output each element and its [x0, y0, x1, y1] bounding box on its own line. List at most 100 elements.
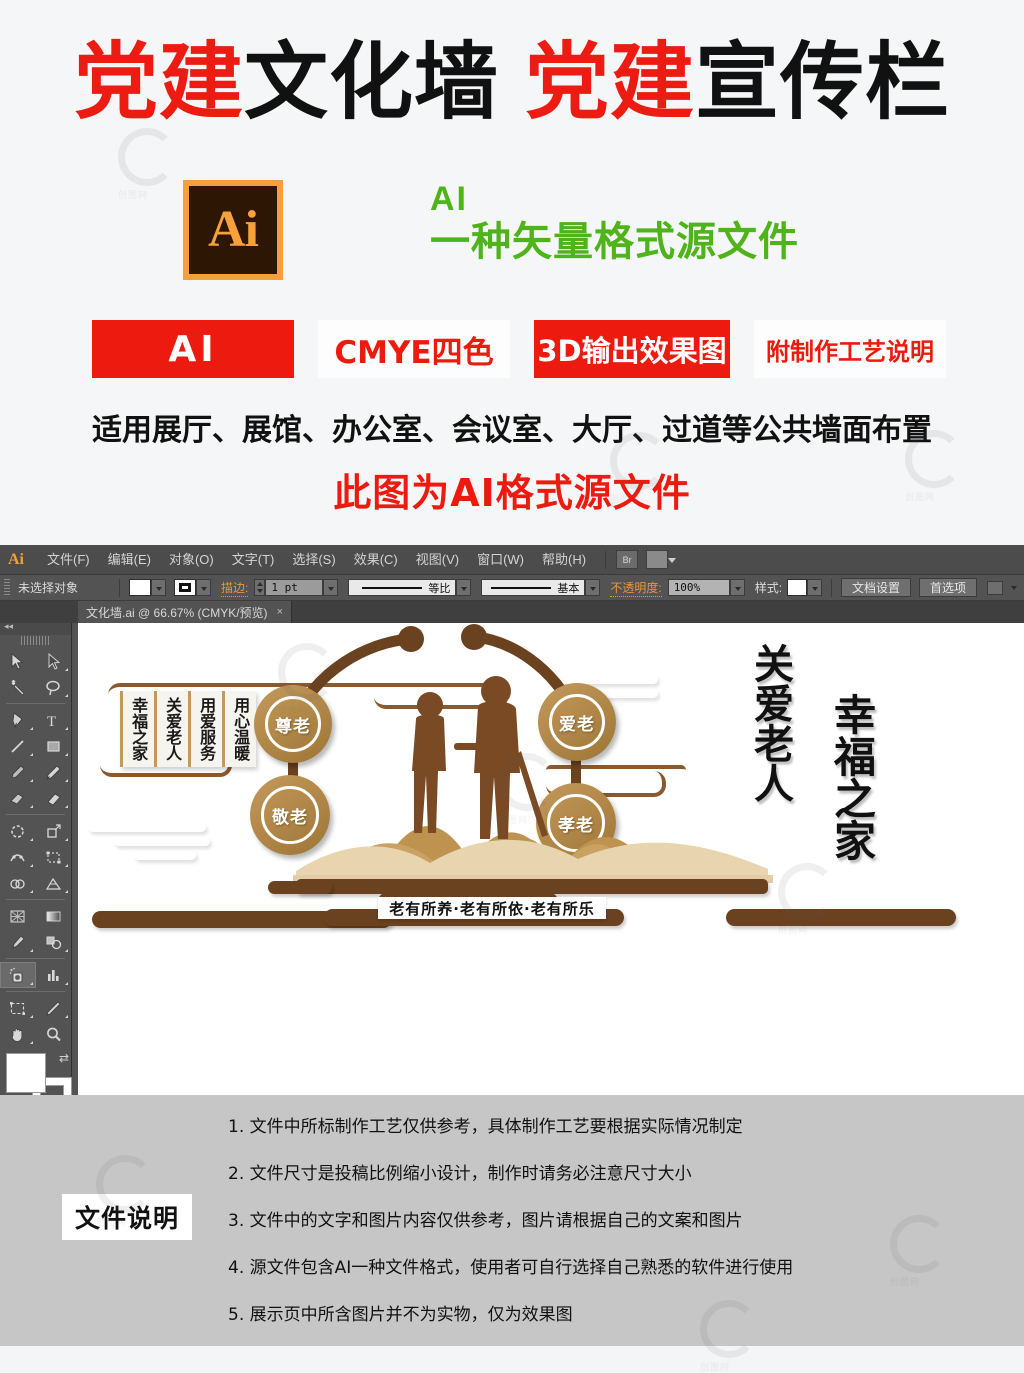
illustrator-window: Ai 文件(F) 编辑(E) 对象(O) 文字(T) 选择(S) 效果(C) 视…: [0, 545, 1024, 1176]
rectangle-tool-icon[interactable]: [36, 733, 72, 759]
fill-indicator-box[interactable]: [6, 1053, 46, 1093]
control-bar-overflow-icon[interactable]: [1007, 579, 1019, 596]
stroke-dropdown-icon[interactable]: [196, 579, 211, 596]
file-description-section: 文件说明 1. 文件中所标制作工艺仅供参考，具体制作工艺要根据实际情况制定 2.…: [0, 1095, 1024, 1372]
opacity-dropdown-icon[interactable]: [729, 579, 745, 596]
document-tab[interactable]: 文化墙.ai @ 66.67% (CMYK/预览) ×: [78, 601, 292, 623]
stroke-color-swatch[interactable]: [174, 579, 196, 596]
brush-definition-select[interactable]: 基本: [481, 579, 586, 596]
menu-divider: [605, 550, 607, 569]
profile-dropdown-icon[interactable]: [456, 579, 472, 596]
slice-tool-icon[interactable]: [36, 995, 72, 1021]
brush-preview-icon: [491, 586, 552, 589]
title-part-2: 文化墙: [243, 33, 499, 131]
bridge-icon[interactable]: Br: [616, 550, 639, 569]
menu-window[interactable]: 窗口(W): [468, 545, 533, 575]
title-part-4: 宣传栏: [695, 33, 951, 131]
perspective-grid-tool-icon[interactable]: [36, 870, 72, 896]
menu-select[interactable]: 选择(S): [283, 545, 344, 575]
note-item: 5. 展示页中所含图片并不为实物，仅为效果图: [228, 1305, 573, 1325]
gradient-tool-icon[interactable]: [36, 903, 72, 929]
tool-group-draw: T: [0, 707, 71, 811]
fill-color-swatch[interactable]: [129, 579, 151, 596]
tool-group-artboard: [0, 995, 71, 1047]
menu-bar: Ai 文件(F) 编辑(E) 对象(O) 文字(T) 选择(S) 效果(C) 视…: [0, 545, 1024, 575]
title-part-3: 党建: [525, 33, 696, 131]
eraser-tool-icon[interactable]: [36, 785, 72, 811]
document-setup-button[interactable]: 文档设置: [841, 578, 912, 597]
control-bar: 未选择对象 描边: 1 pt 等比 基本 不透明度: 100% 样式: 文档设置…: [0, 575, 1024, 601]
align-panel-icon[interactable]: [987, 580, 1004, 595]
feature-badge-ai: AI: [92, 320, 294, 378]
vector-note-description: 一种矢量格式源文件: [430, 219, 799, 265]
watermark: 创图网: [118, 128, 176, 201]
profile-preview-icon: [362, 586, 423, 589]
preferences-button[interactable]: 首选项: [919, 578, 978, 597]
close-icon[interactable]: ×: [277, 606, 283, 618]
menu-object[interactable]: 对象(O): [160, 545, 223, 575]
shape-builder-tool-icon[interactable]: [0, 870, 36, 896]
blend-tool-icon[interactable]: [36, 929, 72, 955]
base-bar-main: [296, 879, 768, 894]
zoom-tool-icon[interactable]: [36, 1021, 72, 1047]
scale-tool-icon[interactable]: [36, 818, 72, 844]
symbol-sprayer-tool-icon[interactable]: [0, 962, 36, 988]
note-item: 4. 源文件包含AI一种文件格式，使用者可自行选择自己熟悉的软件进行使用: [228, 1258, 794, 1278]
menu-type[interactable]: 文字(T): [223, 545, 284, 575]
arrange-documents-icon[interactable]: [646, 550, 677, 569]
base-bar-left-nub: [268, 881, 332, 894]
menu-help[interactable]: 帮助(H): [533, 545, 595, 575]
tools-panel-collapse-icon[interactable]: [0, 621, 71, 635]
eyedropper-tool-icon[interactable]: [0, 929, 36, 955]
opacity-input[interactable]: 100%: [667, 579, 730, 596]
hand-tool-icon[interactable]: [0, 1021, 36, 1047]
feature-badge-3d-output: 3D输出效果图: [534, 320, 730, 378]
type-tool-icon[interactable]: T: [36, 707, 72, 733]
line-segment-tool-icon[interactable]: [0, 733, 36, 759]
adobe-illustrator-logo-icon: Ai: [183, 180, 283, 280]
canvas-area[interactable]: 用心温暖 用爱服务 关爱老人 幸福之家 尊老 敬老 爱老 孝老 老有所养·老有所…: [78, 623, 1024, 1095]
stroke-weight-label[interactable]: 描边:: [221, 579, 249, 597]
main-title-left: 幸福之家: [834, 691, 879, 866]
artwork: 用心温暖 用爱服务 关爱老人 幸福之家 尊老 敬老 爱老 孝老 老有所养·老有所…: [78, 623, 1024, 1095]
pen-tool-icon[interactable]: [0, 707, 36, 733]
brush-dropdown-icon[interactable]: [585, 579, 601, 596]
vector-format-note: AI 一种矢量格式源文件: [430, 182, 950, 264]
free-transform-tool-icon[interactable]: [36, 844, 72, 870]
lasso-tool-icon[interactable]: [36, 674, 72, 700]
promo-header: 党建文化墙 党建宣传栏 Ai AI 一种矢量格式源文件 AI CMYE四色 3D输…: [0, 0, 1024, 545]
graphic-style-dropdown-icon[interactable]: [807, 579, 823, 596]
fill-dropdown-icon[interactable]: [151, 579, 166, 596]
pencil-tool-icon[interactable]: [36, 759, 72, 785]
app-logo-icon: Ai: [8, 550, 24, 568]
magic-wand-tool-icon[interactable]: [0, 674, 36, 700]
opacity-label[interactable]: 不透明度:: [610, 579, 662, 597]
blob-brush-tool-icon[interactable]: [0, 785, 36, 811]
stroke-weight-stepper[interactable]: [254, 579, 266, 596]
artboard-tool-icon[interactable]: [0, 995, 36, 1021]
selection-tool-icon[interactable]: [0, 648, 36, 674]
paintbrush-tool-icon[interactable]: [0, 759, 36, 785]
page-title: 党建文化墙 党建宣传栏: [0, 38, 1024, 126]
mesh-tool-icon[interactable]: [0, 903, 36, 929]
main-title-right: 关爱老人: [754, 641, 796, 808]
menu-view[interactable]: 视图(V): [407, 545, 468, 575]
artwork-banner: 老有所养·老有所依·老有所乐: [378, 897, 606, 919]
tools-panel-grip[interactable]: [20, 636, 51, 645]
rotate-tool-icon[interactable]: [0, 818, 36, 844]
direct-selection-tool-icon[interactable]: [36, 648, 72, 674]
menu-effect[interactable]: 效果(C): [345, 545, 407, 575]
menu-file[interactable]: 文件(F): [38, 545, 99, 575]
menu-edit[interactable]: 编辑(E): [99, 545, 160, 575]
panel-grip[interactable]: [4, 578, 10, 597]
graphic-style-swatch[interactable]: [787, 579, 808, 596]
vector-note-ai-label: AI: [430, 180, 468, 218]
column-graph-tool-icon[interactable]: [36, 962, 72, 988]
note-item: 1. 文件中所标制作工艺仅供参考，具体制作工艺要根据实际情况制定: [228, 1117, 743, 1137]
base-bar-right: [726, 909, 956, 926]
width-tool-icon[interactable]: [0, 844, 36, 870]
stroke-weight-dropdown-icon[interactable]: [323, 579, 339, 596]
variable-width-profile-select[interactable]: 等比: [348, 579, 457, 596]
stroke-weight-input[interactable]: 1 pt: [265, 579, 324, 596]
swap-fill-stroke-icon[interactable]: ⇄: [59, 1051, 69, 1065]
